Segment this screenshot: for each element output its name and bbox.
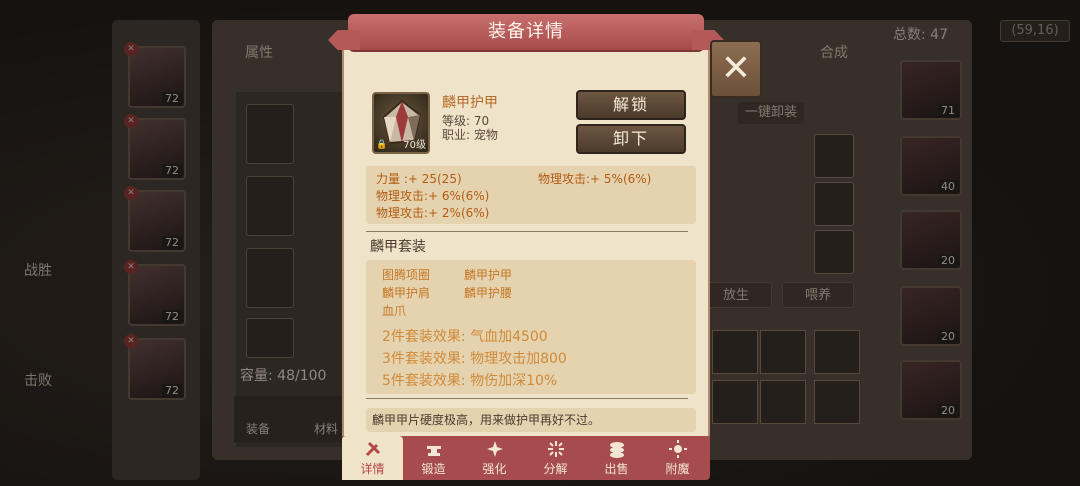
dialog-panel: 🔒 70级 麟甲护甲 等级: 70 职业: 宠物 解锁 卸下 力量 :+ 25(…	[342, 38, 710, 458]
item-level-badge: 70级	[403, 140, 426, 151]
stat-line: 力量 :+ 25(25)	[376, 172, 462, 186]
tab-label: 详情	[360, 462, 385, 476]
tab-details[interactable]: 详情	[342, 436, 403, 480]
lock-icon: 🔒	[376, 140, 388, 150]
dialog-title: 装备详情	[488, 21, 564, 42]
burst-icon	[548, 441, 564, 457]
stat-line: 物理攻击:+ 2%(6%)	[376, 206, 490, 220]
tab-label: 分解	[543, 462, 568, 476]
stat-line: 物理攻击:+ 6%(6%)	[376, 189, 490, 203]
title-ribbon: 装备详情	[328, 14, 724, 50]
tab-forge[interactable]: 锻造	[403, 436, 464, 480]
divider	[366, 231, 688, 232]
set-title: 麟甲套装	[370, 239, 426, 255]
close-icon: ✕	[720, 48, 752, 89]
tab-enhance[interactable]: 强化	[464, 436, 525, 480]
stats-box: 力量 :+ 25(25) 物理攻击:+ 5%(6%) 物理攻击:+ 6%(6%)…	[366, 166, 696, 224]
unequip-button[interactable]: 卸下	[576, 124, 686, 154]
tab-sell[interactable]: 出售	[586, 436, 647, 480]
anvil-icon	[427, 446, 441, 456]
diamond-armor-icon: 🔒 70级	[372, 92, 430, 154]
hammer-wrench-icon	[365, 441, 381, 457]
set-effect: 2件套装效果: 气血加4500	[382, 329, 548, 345]
set-effect: 5件套装效果: 物伤加深10%	[382, 373, 558, 389]
sparkle-icon	[487, 441, 503, 457]
tab-enchant[interactable]: 附魔	[647, 436, 708, 480]
stat-line: 物理攻击:+ 5%(6%)	[538, 172, 652, 186]
item-job: 职业: 宠物	[442, 128, 498, 142]
set-piece: 图腾项圈	[382, 268, 431, 282]
tab-label: 强化	[482, 462, 507, 476]
tab-label: 锻造	[421, 462, 446, 476]
set-piece: 麟甲护腰	[464, 286, 513, 300]
eye-sun-icon	[669, 440, 687, 458]
tab-label: 附魔	[665, 462, 690, 476]
item-name: 麟甲护甲	[442, 95, 498, 111]
set-piece: 麟甲护甲	[464, 268, 513, 282]
close-button[interactable]: ✕	[710, 40, 762, 98]
set-piece: 麟甲护肩	[382, 286, 431, 300]
tab-label: 出售	[604, 462, 629, 476]
dialog-tab-bar: 详情 锻造 强化 分解 出售 附魔	[342, 436, 710, 480]
set-effect: 3件套装效果: 物理攻击加800	[382, 351, 567, 367]
tab-disassemble[interactable]: 分解	[525, 436, 586, 480]
unlock-button[interactable]: 解锁	[576, 90, 686, 120]
divider	[366, 398, 688, 399]
coins-icon	[610, 442, 624, 458]
set-piece: 血爪	[382, 304, 407, 318]
equipment-detail-dialog: 🔒 70级 麟甲护甲 等级: 70 职业: 宠物 解锁 卸下 力量 :+ 25(…	[328, 14, 724, 480]
item-description: 麟甲甲片硬度极高，用来做护甲再好不过。	[366, 408, 696, 432]
